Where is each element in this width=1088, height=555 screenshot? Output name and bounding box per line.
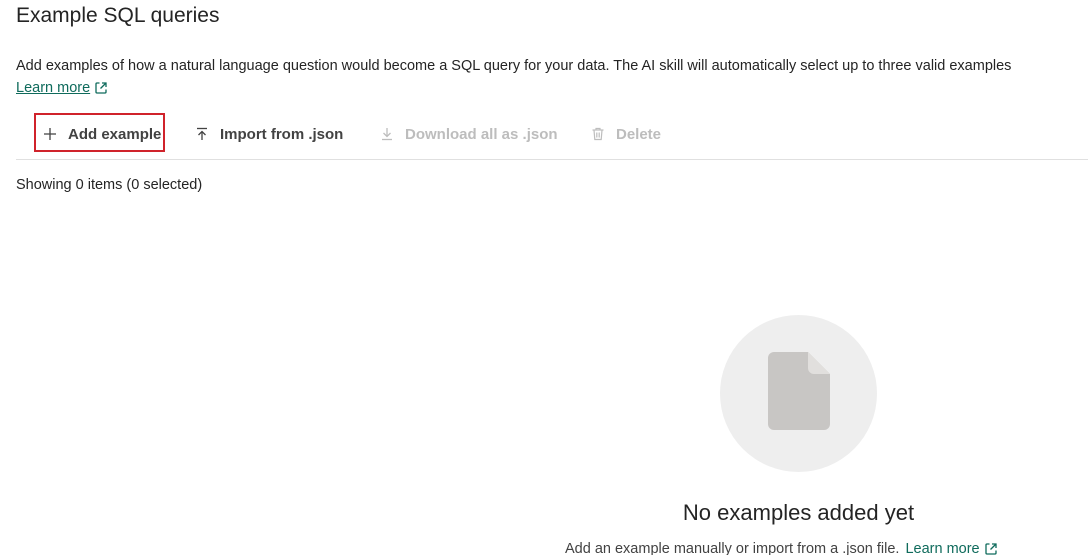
arrow-up-bar-icon: [194, 126, 210, 142]
open-external-icon: [984, 542, 998, 555]
learn-more-label: Learn more: [16, 80, 91, 96]
import-json-label: Import from .json: [220, 125, 344, 143]
delete-label: Delete: [616, 125, 662, 143]
plus-icon: [42, 126, 58, 142]
page-title: Example SQL queries: [16, 4, 220, 27]
empty-state-learn-more-label: Learn more: [905, 541, 980, 555]
empty-state-subtitle: Add an example manually or import from a…: [565, 541, 998, 555]
empty-state-subtitle-text: Add an example manually or import from a…: [565, 541, 900, 555]
example-sql-queries-page: Example SQL queries Add examples of how …: [0, 0, 1088, 555]
empty-state-title: No examples added yet: [682, 500, 915, 525]
learn-more-link[interactable]: Learn more: [16, 80, 108, 96]
delete-button[interactable]: Delete: [590, 112, 661, 156]
download-json-button[interactable]: Download all as .json: [379, 112, 558, 156]
page-description: Add examples of how a natural language q…: [16, 58, 1012, 74]
document-icon: [767, 352, 830, 435]
toolbar: Add example Import from .json Download a…: [16, 112, 1088, 160]
empty-state-learn-more-link[interactable]: Learn more: [905, 541, 997, 555]
add-example-button[interactable]: Add example: [42, 112, 161, 156]
items-count: Showing 0 items (0 selected): [16, 177, 203, 193]
open-external-icon: [94, 81, 108, 95]
import-json-button[interactable]: Import from .json: [194, 112, 343, 156]
trash-icon: [590, 126, 606, 142]
arrow-down-bar-icon: [379, 126, 395, 142]
add-example-label: Add example: [68, 125, 162, 143]
empty-state-illustration: [720, 315, 877, 472]
download-json-label: Download all as .json: [405, 125, 558, 143]
